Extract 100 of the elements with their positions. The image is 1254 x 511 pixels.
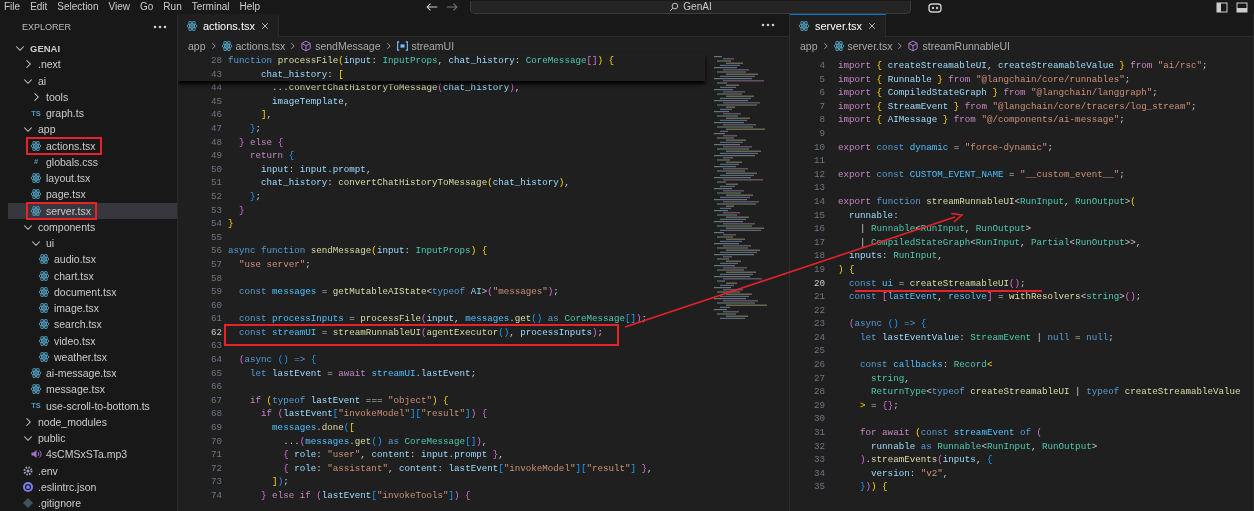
variable-icon <box>395 39 409 52</box>
tree-item[interactable]: page.tsx <box>8 186 177 203</box>
menu-item[interactable]: Terminal <box>191 0 230 14</box>
code-line: > = {}; <box>859 398 899 413</box>
menu-item[interactable]: Help <box>239 0 261 14</box>
breadcrumb-item[interactable]: streamRunnableUI <box>907 39 1010 52</box>
close-icon[interactable] <box>259 21 270 31</box>
code-line: { role: "user", content: input.prompt }, <box>282 448 504 462</box>
code-line: imageTemplate, <box>271 94 350 109</box>
cube-icon <box>907 39 920 52</box>
layout-icon[interactable] <box>1216 1 1228 13</box>
tree-item[interactable]: document.tsx <box>8 283 177 300</box>
atom-icon <box>30 367 42 380</box>
line-number: 9 <box>818 126 825 141</box>
tree-item[interactable]: 4sCMSxSTa.mp3 <box>8 446 177 463</box>
tree-item[interactable]: public <box>8 430 177 447</box>
line-number: 64 <box>209 353 222 367</box>
tree-item[interactable]: image.tsx <box>8 300 177 317</box>
tree-item[interactable]: .eslintrc.json <box>8 478 177 495</box>
line-number: 52 <box>209 189 222 204</box>
atom-icon <box>798 20 810 32</box>
tree-item[interactable]: ai-message.tsx <box>8 365 177 382</box>
line-number: 11 <box>812 154 825 168</box>
breadcrumb-item[interactable]: actions.tsx <box>220 39 286 52</box>
line-number: 62 <box>209 325 222 340</box>
tree-item[interactable]: tools <box>8 88 177 105</box>
line-number: 43 <box>209 67 222 82</box>
tree-item[interactable]: .env <box>8 462 177 479</box>
code-line: ]); <box>271 475 289 489</box>
line-number: 29 <box>812 398 825 413</box>
breadcrumb-item[interactable]: streamUI <box>395 39 455 52</box>
line-number: 26 <box>812 358 825 372</box>
line-number: 17 <box>812 235 825 250</box>
tree-item[interactable]: actions.tsx <box>8 137 177 154</box>
editor-tab[interactable]: actions.tsx <box>178 14 279 37</box>
code-line: const [lastEvent, resolve] = withResolvers<string>(); <box>848 290 1142 304</box>
line-number: 53 <box>209 203 222 218</box>
code-line: } else if (lastEvent["invokeTools"]) { <box>260 489 471 503</box>
breadcrumb-item[interactable]: sendMessage <box>300 39 381 52</box>
tree-item[interactable]: ai <box>8 72 177 89</box>
atom-icon <box>30 172 42 185</box>
code-line: ...(messages.get() as CoreMessage[]), <box>282 434 488 449</box>
line-number: 65 <box>209 366 222 381</box>
tree-item[interactable]: layout.tsx <box>8 170 177 187</box>
line-number: 7 <box>818 99 825 114</box>
line-number: 30 <box>812 412 825 427</box>
tree-item[interactable]: video.tsx <box>8 332 177 349</box>
line-number: 45 <box>209 94 222 109</box>
code-line: for await (const streamEvent of ( <box>859 426 1043 440</box>
menu-item[interactable]: Selection <box>57 0 99 14</box>
line-number: 10 <box>812 140 825 155</box>
atom-icon <box>30 204 42 217</box>
line-number: 54 <box>209 217 222 231</box>
tree-item[interactable]: ui <box>8 235 177 252</box>
line-number: 50 <box>209 162 222 177</box>
search-field[interactable]: GenAI <box>470 0 911 14</box>
line-number: 13 <box>812 181 825 195</box>
breadcrumb-item[interactable]: app <box>188 39 206 52</box>
code-line: import { Runnable } from "@langchain/core/runnables"; <box>838 72 1131 87</box>
tree-item[interactable]: app <box>8 121 177 138</box>
tree-item[interactable]: weather.tsx <box>8 348 177 365</box>
breadcrumb-item[interactable]: app <box>800 39 818 52</box>
menu-item[interactable]: Go <box>140 0 154 14</box>
tree-item[interactable]: .gitignore <box>8 495 177 511</box>
tree-item[interactable]: node_modules <box>8 413 177 430</box>
tree-item[interactable]: message.tsx <box>8 381 177 398</box>
code-line: import { CompiledStateGraph } from "@langchain/langgraph"; <box>838 86 1158 100</box>
line-number: 24 <box>812 330 825 345</box>
code-line: async function sendMessage(input: InputProps) { <box>228 244 488 258</box>
more-actions-icon[interactable] <box>153 25 167 29</box>
robot-icon[interactable] <box>927 1 943 13</box>
tree-item[interactable]: server.tsx <box>8 202 177 219</box>
back-arrow-icon[interactable] <box>426 2 438 12</box>
speaker-icon <box>30 448 42 461</box>
layout-icon[interactable] <box>1236 1 1248 13</box>
tree-item[interactable]: .next <box>8 56 177 73</box>
menu-item[interactable]: Run <box>163 0 182 14</box>
menu-item[interactable]: Edit <box>30 0 48 14</box>
close-icon[interactable] <box>867 21 878 31</box>
code-line: ], <box>260 108 273 122</box>
tree-item[interactable]: search.tsx <box>8 316 177 333</box>
more-actions-icon[interactable] <box>761 23 775 27</box>
editor-tab[interactable]: server.tsx <box>790 14 887 37</box>
menu-item[interactable]: View <box>108 0 130 14</box>
tree-item[interactable]: chart.tsx <box>8 267 177 284</box>
search-icon <box>669 1 680 12</box>
line-number: 49 <box>209 149 222 163</box>
line-number: 59 <box>209 285 222 299</box>
menu-item[interactable]: File <box>4 0 21 14</box>
tree-item[interactable]: components <box>8 218 177 235</box>
atom-icon <box>38 269 50 282</box>
code-line: })) { <box>859 480 888 494</box>
line-number: 28 <box>812 385 825 399</box>
code-line: (async () => { <box>238 353 317 367</box>
code-line: }; <box>249 121 262 136</box>
code-line: const messages = getMutableAIState<typeof AI>("messages"); <box>238 285 559 299</box>
tree-item[interactable]: GENAI <box>8 40 177 57</box>
breadcrumb-item[interactable]: server.tsx <box>832 39 893 52</box>
forward-arrow-icon[interactable] <box>446 2 458 12</box>
tree-item[interactable]: audio.tsx <box>8 251 177 268</box>
